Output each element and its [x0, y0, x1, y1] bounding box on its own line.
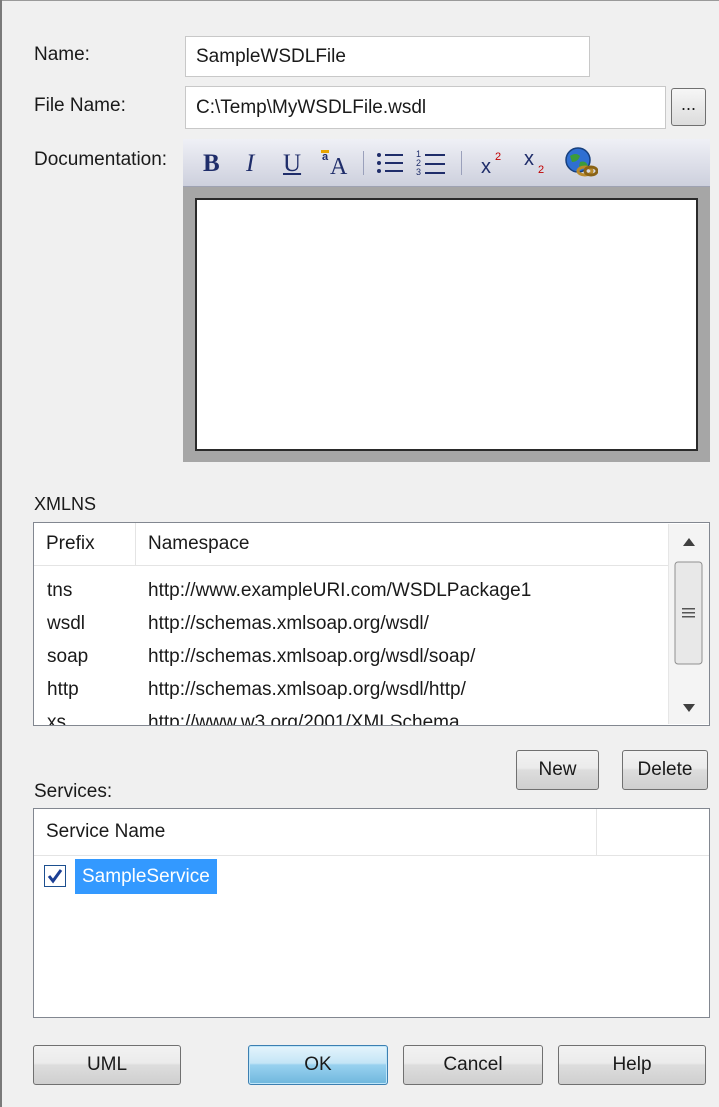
xmlns-namespace: http://www.exampleURI.com/WSDLPackage1: [148, 580, 532, 601]
cancel-button[interactable]: Cancel: [403, 1045, 543, 1085]
svg-text:2: 2: [495, 151, 501, 163]
documentation-text-area[interactable]: [195, 198, 698, 451]
svg-text:A: A: [330, 154, 348, 179]
bold-button[interactable]: B: [203, 151, 220, 176]
file-name-field[interactable]: C:\Temp\MyWSDLFile.wsdl: [185, 86, 666, 129]
uml-button[interactable]: UML: [33, 1045, 181, 1085]
toolbar-separator: [461, 151, 462, 175]
numbered-list-icon[interactable]: 1 2 3: [415, 147, 447, 183]
xmlns-list[interactable]: Prefix Namespace tns http://www.exampleU…: [33, 522, 710, 726]
hyperlink-globe-icon[interactable]: [564, 146, 599, 184]
scroll-down-arrow-icon: [683, 704, 695, 712]
services-header-row: Service Name: [34, 809, 709, 856]
subscript-icon[interactable]: x 2: [523, 147, 553, 181]
help-button[interactable]: Help: [558, 1045, 706, 1085]
underline-button[interactable]: U: [283, 151, 301, 176]
scroll-up-arrow-icon: [683, 538, 695, 546]
xmlns-namespace: http://schemas.xmlsoap.org/wsdl/soap/: [148, 646, 476, 667]
service-checkbox[interactable]: [44, 865, 66, 887]
column-header-service-name[interactable]: Service Name: [34, 809, 597, 855]
services-label: Services:: [34, 781, 113, 802]
name-label: Name:: [34, 44, 90, 65]
services-list[interactable]: Service Name: [33, 808, 710, 1018]
superscript-icon[interactable]: x 2: [480, 149, 510, 181]
svg-text:x: x: [481, 156, 491, 177]
xmlns-prefix: http: [47, 679, 79, 700]
xmlns-prefix: soap: [47, 646, 89, 667]
xmlns-namespace: http://schemas.xmlsoap.org/wsdl/http/: [148, 679, 466, 700]
column-header-namespace[interactable]: Namespace: [136, 523, 668, 565]
delete-button[interactable]: Delete: [622, 750, 708, 790]
bullet-list-icon[interactable]: [375, 149, 405, 181]
formatting-toolbar: B I U A a 1 2 3 x 2 x 2: [183, 139, 710, 187]
font-color-icon[interactable]: A a: [320, 147, 354, 180]
xmlns-label: XMLNS: [34, 494, 97, 514]
browse-button[interactable]: ...: [671, 88, 706, 126]
svg-text:3: 3: [416, 167, 421, 177]
file-name-label: File Name:: [34, 95, 126, 116]
name-field[interactable]: SampleWSDLFile: [185, 36, 590, 77]
xmlns-scrollbar[interactable]: [668, 524, 709, 724]
column-header-empty: [597, 809, 709, 855]
checkmark-icon: [47, 869, 63, 884]
service-item-label[interactable]: SampleService: [75, 859, 217, 894]
column-header-prefix[interactable]: Prefix: [34, 523, 136, 565]
window-top-edge: [0, 0, 719, 1]
xmlns-prefix: tns: [47, 580, 73, 601]
ok-button[interactable]: OK: [248, 1045, 388, 1085]
xmlns-namespace: http://www.w3.org/2001/XMLSchema: [148, 712, 460, 726]
italic-button[interactable]: I: [246, 151, 254, 176]
xmlns-prefix: xs: [47, 712, 66, 726]
xmlns-namespace: http://schemas.xmlsoap.org/wsdl/: [148, 613, 429, 634]
documentation-label: Documentation:: [34, 149, 168, 170]
svg-text:x: x: [524, 148, 534, 170]
window-left-edge: [0, 0, 2, 1107]
svg-text:2: 2: [538, 164, 544, 176]
toolbar-separator: [363, 151, 364, 175]
xmlns-prefix: wsdl: [47, 613, 86, 634]
new-button[interactable]: New: [516, 750, 599, 790]
xmlns-header-row: Prefix Namespace: [34, 523, 668, 566]
documentation-editor: B I U A a 1 2 3 x 2 x 2: [183, 139, 710, 462]
